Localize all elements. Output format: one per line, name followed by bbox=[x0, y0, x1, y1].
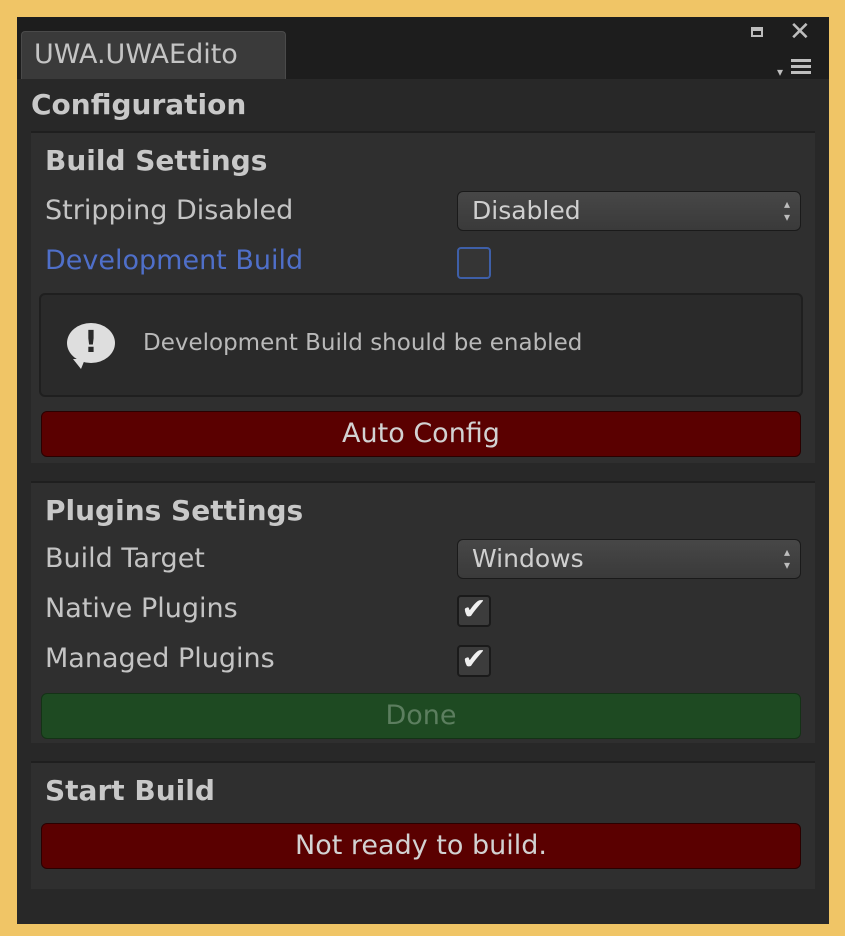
menu-arrow-icon: ▾ bbox=[777, 65, 784, 79]
page-title: Configuration bbox=[31, 88, 247, 121]
editor-window: UWA.UWAEdito ✕ ▾ Configuration Build Set… bbox=[17, 17, 829, 924]
development-build-checkbox[interactable] bbox=[457, 247, 491, 279]
build-target-dropdown[interactable]: Windows ▴ ▾ bbox=[457, 539, 801, 579]
build-target-label: Build Target bbox=[45, 543, 205, 574]
managed-plugins-label: Managed Plugins bbox=[45, 643, 275, 674]
start-build-heading: Start Build bbox=[45, 774, 215, 807]
help-message: Development Build should be enabled bbox=[143, 330, 583, 356]
updown-arrows-icon: ▴ ▾ bbox=[783, 545, 790, 572]
build-status-button[interactable]: Not ready to build. bbox=[41, 823, 801, 869]
updown-arrows-icon: ▴ ▾ bbox=[783, 197, 790, 224]
build-target-value: Windows bbox=[472, 544, 584, 573]
help-box: ! Development Build should be enabled bbox=[39, 293, 803, 397]
close-icon[interactable]: ✕ bbox=[789, 19, 811, 45]
info-icon: ! bbox=[67, 323, 115, 369]
tab-strip: UWA.UWAEdito ✕ ▾ bbox=[17, 17, 829, 79]
plugins-settings-group: Plugins Settings Build Target Windows ▴ ▾… bbox=[31, 481, 815, 743]
context-menu-icon[interactable]: ▾ bbox=[777, 57, 817, 79]
start-build-group: Start Build Not ready to build. bbox=[31, 761, 815, 889]
plugins-settings-heading: Plugins Settings bbox=[45, 494, 304, 527]
tab-uwa-editor[interactable]: UWA.UWAEdito bbox=[21, 31, 286, 79]
stripping-dropdown[interactable]: Disabled ▴ ▾ bbox=[457, 191, 801, 231]
auto-config-button[interactable]: Auto Config bbox=[41, 411, 801, 457]
hamburger-icon bbox=[791, 59, 811, 77]
stripping-dropdown-value: Disabled bbox=[472, 196, 581, 225]
native-plugins-label: Native Plugins bbox=[45, 593, 238, 624]
development-build-label: Development Build bbox=[45, 245, 304, 276]
managed-plugins-checkbox[interactable]: ✔ bbox=[457, 645, 491, 677]
native-plugins-checkbox[interactable]: ✔ bbox=[457, 595, 491, 627]
done-button[interactable]: Done bbox=[41, 693, 801, 739]
build-settings-group: Build Settings Stripping Disabled Disabl… bbox=[31, 131, 815, 463]
build-settings-heading: Build Settings bbox=[45, 144, 268, 177]
maximize-icon[interactable] bbox=[751, 27, 763, 37]
stripping-disabled-label: Stripping Disabled bbox=[45, 195, 294, 226]
